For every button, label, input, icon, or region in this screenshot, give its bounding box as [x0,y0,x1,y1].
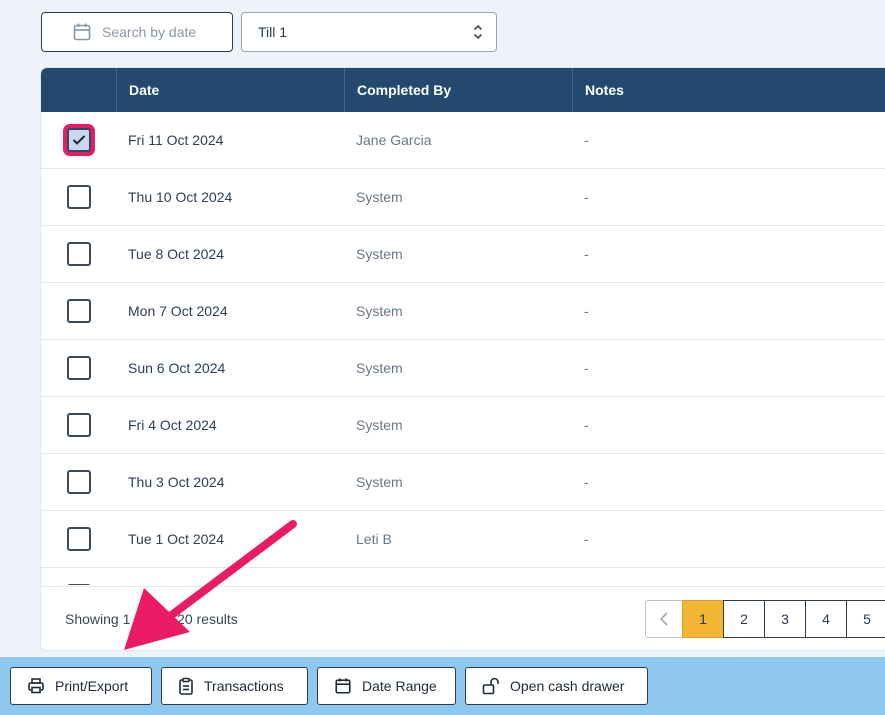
row-completed-by: System [356,417,403,433]
row-notes: - [584,531,589,547]
row-date: Tue 8 Oct 2024 [128,246,224,262]
row-notes: - [584,189,589,205]
pagination: 12345 [645,600,885,638]
results-count: Showing 1 520 results [65,610,238,627]
header-notes: Notes [572,68,885,112]
page-button-2[interactable]: 2 [723,600,765,638]
row-checkbox[interactable] [66,185,91,209]
row-completed-by: Jane Garcia [356,132,432,148]
page-button-4[interactable]: 4 [805,600,847,638]
unlock-icon [482,677,499,695]
open-cash-drawer-label: Open cash drawer [510,678,625,694]
table-row[interactable]: Sun 6 Oct 2024 System - [41,340,885,397]
row-notes: - [584,360,589,376]
transactions-button[interactable]: Transactions [161,667,308,705]
header-select [41,68,116,112]
action-bar: Print/Export Transactions Date Range Ope… [0,657,885,715]
page-button-3[interactable]: 3 [764,600,806,638]
row-select-cell [41,454,116,510]
table-row[interactable]: Tue 1 Oct 2024 Leti B - [41,511,885,568]
till-select[interactable]: Till 1 [241,12,497,52]
transactions-label: Transactions [204,678,284,694]
row-checkbox[interactable] [66,128,91,152]
row-completed-by: System [356,189,403,205]
checkmark-icon [72,135,85,145]
row-date: Mon 7 Oct 2024 [128,303,228,319]
row-date: Thu 3 Oct 2024 [128,474,225,490]
row-select-cell [41,283,116,339]
chevron-left-icon [659,612,668,626]
date-range-button[interactable]: Date Range [317,667,456,705]
row-date: Tue 1 Oct 2024 [128,531,224,547]
row-notes: - [584,246,589,262]
row-checkbox[interactable] [66,356,91,380]
row-checkbox[interactable] [66,413,91,437]
row-date: Sun 6 Oct 2024 [128,360,226,376]
prev-page-button[interactable] [645,600,683,638]
row-completed-by: Leti B [356,531,392,547]
row-notes: - [584,417,589,433]
row-completed-by: System [356,246,403,262]
clipboard-icon [179,677,193,695]
page-button-1[interactable]: 1 [682,600,724,638]
row-completed-by: System [356,360,403,376]
row-completed-by: System [356,303,403,319]
row-completed-by: System [356,474,403,490]
row-checkbox[interactable] [66,584,91,585]
row-checkbox[interactable] [66,242,91,266]
date-range-label: Date Range [362,678,437,694]
open-cash-drawer-button[interactable]: Open cash drawer [465,667,648,705]
print-export-button[interactable]: Print/Export [10,667,152,705]
row-select-cell [41,226,116,282]
date-search-field[interactable] [41,12,233,52]
row-select-cell [41,169,116,225]
table-footer: Showing 1 520 results 12345 [41,586,885,650]
printer-icon [28,678,44,694]
print-export-label: Print/Export [55,678,129,694]
table-row[interactable] [41,568,885,585]
table-row[interactable]: Thu 3 Oct 2024 System - [41,454,885,511]
row-notes: - [584,132,589,148]
row-notes: - [584,303,589,319]
page-button-5[interactable]: 5 [846,600,885,638]
results-table: Date Completed By Notes Fri 11 Oct 2024 J… [41,68,885,650]
row-date: Thu 10 Oct 2024 [128,189,233,205]
header-completed-by: Completed By [344,68,572,112]
chevron-up-down-icon [473,24,483,40]
row-date: Fri 11 Oct 2024 [128,132,224,148]
row-checkbox[interactable] [66,527,91,551]
table-row[interactable]: Fri 4 Oct 2024 System - [41,397,885,454]
table-body: Fri 11 Oct 2024 Jane Garcia - Thu 10 Oct 20… [41,112,885,585]
header-date: Date [116,68,344,112]
row-select-cell [41,511,116,567]
row-date: Fri 4 Oct 2024 [128,417,217,433]
row-checkbox[interactable] [66,470,91,494]
page-buttons: 12345 [682,600,885,638]
till-select-value: Till 1 [258,24,288,40]
date-search-input[interactable] [102,24,232,40]
table-header: Date Completed By Notes [41,68,885,112]
row-select-cell [41,112,116,168]
calendar-icon [335,678,351,694]
row-checkbox[interactable] [66,299,91,323]
row-select-cell [41,340,116,396]
table-row[interactable]: Thu 10 Oct 2024 System - [41,169,885,226]
row-notes: - [584,474,589,490]
filter-bar: Till 1 [41,12,497,52]
table-row[interactable]: Tue 8 Oct 2024 System - [41,226,885,283]
table-row[interactable]: Fri 11 Oct 2024 Jane Garcia - [41,112,885,169]
calendar-icon [73,23,91,41]
row-select-cell [41,397,116,453]
table-row[interactable]: Mon 7 Oct 2024 System - [41,283,885,340]
row-select-cell [41,568,116,585]
